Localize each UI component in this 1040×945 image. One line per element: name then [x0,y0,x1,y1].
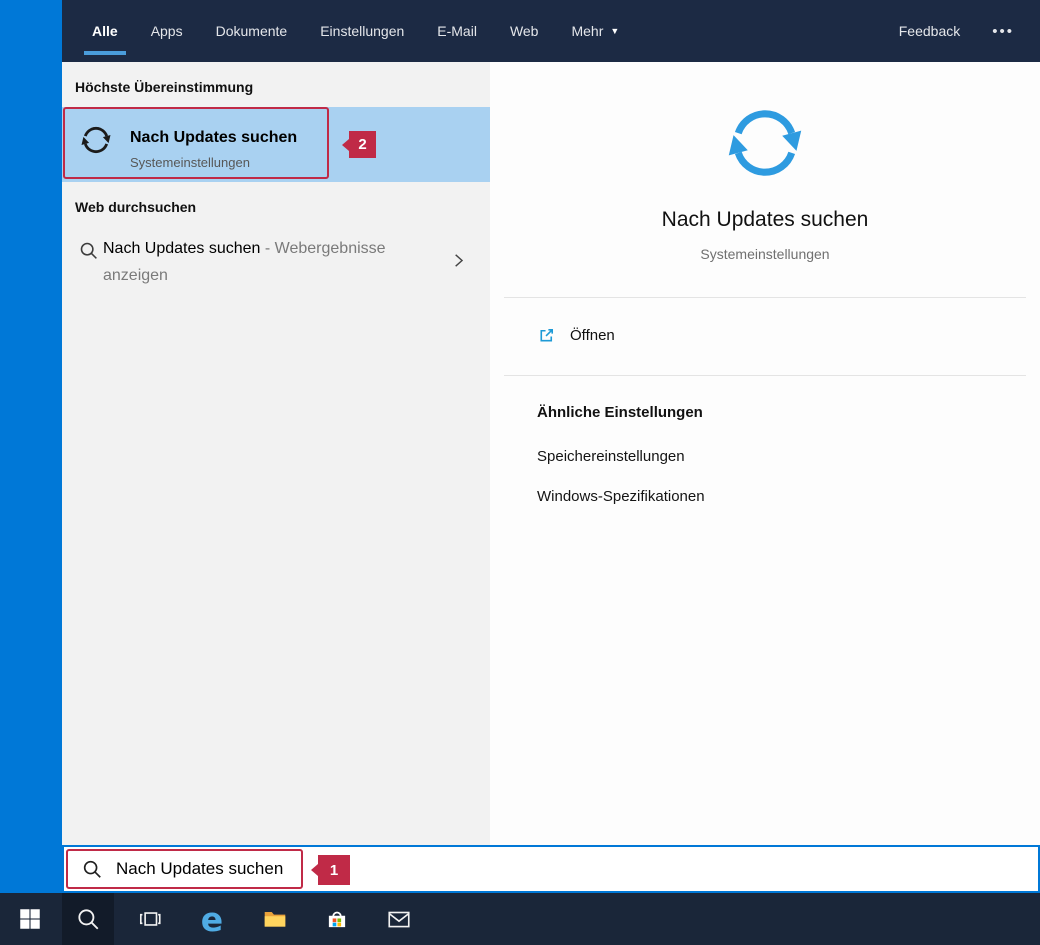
web-result-title: Nach Updates suchen [103,240,261,257]
tab-web[interactable]: Web [510,0,539,62]
more-options-icon[interactable]: ••• [992,23,1014,40]
caret-down-icon: ▼ [610,26,620,36]
mail-envelope-icon [388,911,410,928]
preview-title: Nach Updates suchen [661,208,869,231]
web-search-result[interactable]: Nach Updates suchen - Webergebnisse anze… [62,228,490,306]
file-explorer-button[interactable] [253,897,297,941]
best-match-title: Nach Updates suchen [130,129,298,146]
tab-apps[interactable]: Apps [151,0,183,62]
tab-alle[interactable]: Alle [84,0,126,62]
preview-pane: Nach Updates suchen Systemeinstellungen … [490,62,1040,845]
taskbar: e [0,893,1040,945]
tab-mehr[interactable]: Mehr ▼ [571,0,619,62]
related-setting-storage[interactable]: Speichereinstellungen [537,448,685,465]
best-match-header: Höchste Übereinstimmung [75,79,254,95]
taskbar-search-button[interactable] [62,893,114,945]
folder-icon [264,911,286,927]
tab-mehr-label: Mehr [571,23,604,39]
search-icon [78,909,99,930]
tab-email[interactable]: E-Mail [437,0,477,62]
store-bag-icon [328,911,346,928]
search-icon [80,242,97,259]
windows-search-screen: Alle Apps Dokumente Einstellungen E-Mail… [0,0,1040,945]
microsoft-store-button[interactable] [315,897,359,941]
web-section-header: Web durchsuchen [75,199,197,215]
windows-logo-icon [20,909,40,929]
search-icon [83,860,101,878]
task-view-button[interactable] [128,897,172,941]
results-pane: Höchste Übereinstimmung Nach Updates suc… [62,62,490,845]
annotation-badge-2: 2 [342,131,376,158]
mail-button[interactable] [377,897,421,941]
sync-icon [81,126,111,154]
edge-browser-button[interactable]: e [190,897,234,941]
open-action[interactable]: Öffnen [537,326,615,345]
divider [504,297,1026,298]
desktop-background-strip [0,0,62,893]
search-flyout-window: Alle Apps Dokumente Einstellungen E-Mail… [62,0,1040,893]
open-label: Öffnen [570,327,615,344]
feedback-button[interactable]: Feedback [899,23,960,39]
chevron-right-icon[interactable] [450,252,467,269]
related-settings-header: Ähnliche Einstellungen [537,404,703,421]
task-view-icon [139,912,161,926]
tab-dokumente[interactable]: Dokumente [216,0,288,62]
tab-einstellungen[interactable]: Einstellungen [320,0,404,62]
search-filter-header: Alle Apps Dokumente Einstellungen E-Mail… [62,0,1040,62]
edge-icon: e [200,899,224,939]
divider [504,375,1026,376]
preview-subtitle: Systemeinstellungen [700,246,830,262]
best-match-subtitle: Systemeinstellungen [130,155,250,170]
best-match-result[interactable]: Nach Updates suchen Systemeinstellungen [62,107,490,182]
annotation-badge-1: 1 [311,855,350,885]
open-external-icon [540,328,554,342]
related-setting-specs[interactable]: Windows-Spezifikationen [537,488,705,505]
search-input[interactable] [116,859,336,879]
start-button[interactable] [8,897,52,941]
search-bar[interactable] [62,845,1040,893]
web-result-text: Nach Updates suchen - Webergebnisse anze… [103,235,427,289]
sync-icon-large [728,110,802,176]
